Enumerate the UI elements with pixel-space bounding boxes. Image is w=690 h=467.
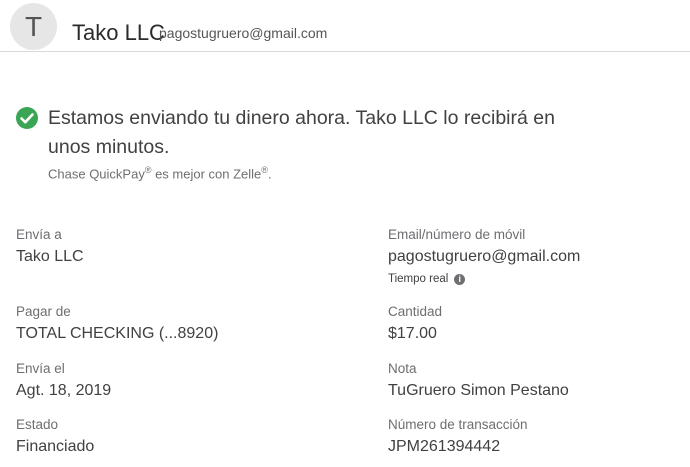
detail-memo: Nota TuGruero Simon Pestano bbox=[388, 360, 569, 402]
detail-label: Envía el bbox=[16, 361, 65, 376]
detail-value: Financiado bbox=[16, 438, 95, 455]
delivery-speed: Tiempo real i bbox=[388, 273, 580, 285]
recipient-email: pagostugruero@gmail.com bbox=[159, 25, 328, 41]
info-icon[interactable]: i bbox=[454, 273, 466, 285]
delivery-speed-label: Tiempo real bbox=[388, 273, 449, 285]
detail-email: Email/número de móvil pagostugruero@gmai… bbox=[388, 226, 580, 285]
avatar: T bbox=[10, 3, 57, 50]
detail-label: Número de transacción bbox=[388, 417, 528, 432]
detail-label: Estado bbox=[16, 417, 59, 432]
check-circle-icon bbox=[16, 107, 38, 129]
detail-send-on: Envía el Agt. 18, 2019 bbox=[16, 360, 111, 402]
detail-value: JPM261394442 bbox=[388, 438, 501, 455]
detail-transaction: Número de transacción JPM261394442 bbox=[388, 416, 528, 458]
recipient-name: Tako LLC bbox=[72, 20, 165, 45]
recipient-header: T Tako LLC pagostugruero@gmail.com bbox=[0, 0, 690, 52]
detail-value: TuGruero Simon Pestano bbox=[388, 382, 569, 399]
detail-amount: Cantidad $17.00 bbox=[388, 303, 442, 345]
detail-pay-from: Pagar de TOTAL CHECKING (...8920) bbox=[16, 303, 218, 345]
detail-value: Tako LLC bbox=[16, 248, 84, 265]
detail-label: Email/número de móvil bbox=[388, 227, 526, 242]
detail-send-to: Envía a Tako LLC bbox=[16, 226, 84, 268]
detail-status: Estado Financiado bbox=[16, 416, 94, 458]
detail-label: Pagar de bbox=[16, 304, 71, 319]
detail-value: $17.00 bbox=[388, 325, 437, 342]
detail-value: pagostugruero@gmail.com bbox=[388, 248, 581, 265]
zelle-note: Chase QuickPay® es mejor con Zelle®. bbox=[48, 165, 272, 182]
detail-label: Nota bbox=[388, 361, 417, 376]
confirmation-message: Estamos enviando tu dinero ahora. Tako L… bbox=[48, 107, 555, 158]
detail-value: TOTAL CHECKING (...8920) bbox=[16, 325, 219, 342]
detail-label: Envía a bbox=[16, 227, 62, 242]
detail-value: Agt. 18, 2019 bbox=[16, 382, 112, 399]
detail-label: Cantidad bbox=[388, 304, 443, 319]
